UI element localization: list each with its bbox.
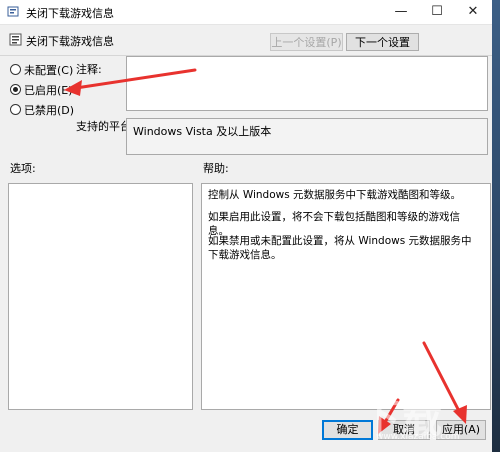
help-paragraph: 如果禁用或未配置此设置，将从 Windows 元数据服务中下载游戏信息。 xyxy=(208,235,472,261)
comment-textarea[interactable] xyxy=(126,56,488,111)
radio-dot xyxy=(10,104,21,115)
options-label: 选项: xyxy=(10,162,36,175)
help-label: 帮助: xyxy=(203,162,229,175)
window-title: 关闭下载游戏信息 xyxy=(26,7,114,20)
title-bar: 关闭下载游戏信息 — ☐ ✕ xyxy=(0,0,492,25)
radio-enabled[interactable]: 已启用(E) xyxy=(10,84,73,98)
radio-not-configured[interactable]: 未配置(C) xyxy=(10,64,73,78)
comment-label: 注释: xyxy=(76,63,102,76)
radio-dot xyxy=(10,64,21,75)
radio-disabled[interactable]: 已禁用(D) xyxy=(10,104,74,118)
policy-icon xyxy=(7,6,19,17)
policy-title: 关闭下载游戏信息 xyxy=(26,35,114,48)
help-panel: 控制从 Windows 元数据服务中下载游戏酷图和等级。 如果启用此设置，将不会… xyxy=(201,183,491,410)
prev-setting-button[interactable]: 上一个设置(P) xyxy=(270,33,343,51)
platform-box: Windows Vista 及以上版本 xyxy=(126,118,488,155)
desktop-background xyxy=(492,0,500,452)
close-button[interactable]: ✕ xyxy=(455,0,491,24)
policy-dialog: 关闭下载游戏信息 — ☐ ✕ 关闭下载游戏信息 上一个设置(P) 下一个设置(N… xyxy=(0,0,493,452)
radio-dot-selected xyxy=(10,84,21,95)
next-setting-button[interactable]: 下一个设置(N) xyxy=(346,33,419,66)
maximize-button[interactable]: ☐ xyxy=(419,0,455,24)
policy-setting-icon xyxy=(9,33,22,46)
options-panel xyxy=(8,183,193,410)
platform-value: Windows Vista 及以上版本 xyxy=(133,125,272,138)
minimize-button[interactable]: — xyxy=(383,0,419,24)
help-paragraph: 控制从 Windows 元数据服务中下载游戏酷图和等级。 xyxy=(208,189,462,201)
watermark-url: www.xiazaiba.com xyxy=(376,432,460,442)
